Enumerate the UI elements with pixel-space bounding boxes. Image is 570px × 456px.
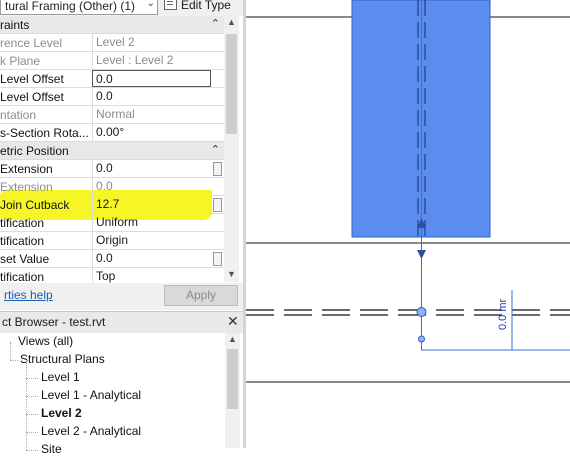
tree-connector: [26, 360, 27, 450]
edit-type-button[interactable]: Edit Type: [164, 0, 231, 15]
group-label: etric Position: [0, 144, 69, 158]
tree-connector: [26, 450, 38, 451]
property-row[interactable]: s-Section Rota... 0.00°: [0, 124, 224, 142]
property-group-header[interactable]: raints ⌃: [0, 16, 224, 34]
property-value[interactable]: 12.7: [92, 196, 211, 213]
collapse-icon[interactable]: ⌃: [211, 143, 220, 156]
group-label: raints: [0, 18, 30, 32]
property-label: s-Section Rota...: [0, 126, 88, 140]
property-label: set Value: [0, 252, 50, 266]
property-value[interactable]: Level : Level 2: [92, 52, 211, 69]
project-browser-header: ct Browser - test.rvt ✕: [0, 311, 243, 333]
property-row[interactable]: rence Level Level 2: [0, 34, 224, 52]
browser-item[interactable]: Views (all): [18, 334, 73, 348]
value-edit-button[interactable]: [213, 252, 222, 266]
browser-item[interactable]: Level 2 - Analytical: [41, 424, 141, 438]
type-selector-value: tural Framing (Other) (1): [5, 0, 136, 13]
properties-footer: rties help Apply: [0, 283, 243, 310]
scrollbar-thumb[interactable]: [227, 349, 238, 409]
property-label: tification: [0, 234, 45, 248]
property-row[interactable]: Join Cutback 12.7: [0, 196, 224, 214]
tree-connector: [26, 396, 38, 397]
drawing-canvas[interactable]: 0.0 mr: [246, 0, 570, 448]
property-row[interactable]: set Value 0.0: [0, 250, 224, 268]
tree-connector: [10, 342, 11, 360]
property-value[interactable]: 0.0: [92, 160, 211, 177]
properties-panel: tural Framing (Other) (1) ⌄ Edit Type ra…: [0, 0, 243, 310]
property-row[interactable]: Extension 0.0: [0, 178, 224, 196]
tree-connector: [26, 432, 38, 433]
edit-type-icon: [164, 0, 177, 10]
end-grip-down-icon[interactable]: [417, 250, 426, 259]
project-browser-title: ct Browser - test.rvt: [2, 315, 106, 329]
property-row[interactable]: Level Offset 0.0: [0, 88, 224, 106]
property-row[interactable]: Level Offset 0.0: [0, 70, 224, 88]
property-value[interactable]: Uniform: [92, 214, 211, 231]
apply-button[interactable]: Apply: [164, 285, 238, 306]
property-label: Extension: [0, 162, 53, 176]
drag-grip-icon[interactable]: [416, 307, 427, 317]
property-value-input[interactable]: 0.0: [92, 70, 211, 87]
property-label: Level Offset: [0, 72, 64, 86]
property-row[interactable]: ntation Normal: [0, 106, 224, 124]
drag-grip-icon[interactable]: [418, 335, 425, 343]
property-value[interactable]: Origin: [92, 232, 211, 249]
property-value[interactable]: 0.00°: [92, 124, 211, 141]
property-value[interactable]: Level 2: [92, 34, 211, 51]
scroll-down-icon[interactable]: ▼: [227, 269, 236, 279]
property-label: k Plane: [0, 54, 41, 68]
property-label: rence Level: [0, 36, 63, 50]
dimension-text[interactable]: 0.0 mr: [497, 298, 509, 330]
browser-item[interactable]: Level 1 - Analytical: [41, 388, 141, 402]
property-group-header[interactable]: etric Position ⌃: [0, 142, 224, 160]
plan-view[interactable]: 0.0 mr: [246, 0, 570, 448]
collapse-icon[interactable]: ⌃: [211, 17, 220, 30]
properties-scrollbar[interactable]: ▲ ▼: [224, 16, 239, 282]
value-edit-button[interactable]: [213, 162, 222, 176]
property-value[interactable]: Normal: [92, 106, 211, 123]
browser-item[interactable]: Site: [41, 442, 62, 456]
properties-help-link[interactable]: rties help: [4, 288, 53, 302]
browser-item[interactable]: Level 2: [41, 406, 82, 420]
property-value[interactable]: 0.0: [92, 178, 211, 195]
project-browser: ct Browser - test.rvt ✕ Views (all) Struc…: [0, 311, 243, 456]
chevron-down-icon: ⌄: [146, 0, 155, 9]
property-row[interactable]: Extension 0.0: [0, 160, 224, 178]
property-label: tification: [0, 216, 45, 230]
property-label: ntation: [0, 108, 37, 122]
property-row[interactable]: tification Uniform: [0, 214, 224, 232]
tree-connector: [10, 360, 18, 361]
browser-item[interactable]: Level 1: [41, 370, 80, 384]
scroll-up-icon[interactable]: ▲: [228, 334, 237, 344]
property-row[interactable]: tification Origin: [0, 232, 224, 250]
property-value[interactable]: 0.0: [92, 88, 211, 105]
property-label: Join Cutback: [0, 198, 70, 212]
value-edit-button[interactable]: [213, 198, 222, 212]
property-label: Extension: [0, 180, 53, 194]
scrollbar-thumb[interactable]: [226, 34, 237, 134]
browser-item[interactable]: Structural Plans: [20, 352, 105, 366]
property-label: tification: [0, 270, 45, 284]
tree-connector: [26, 378, 38, 379]
scroll-up-icon[interactable]: ▲: [227, 17, 236, 27]
type-selector-dropdown[interactable]: tural Framing (Other) (1) ⌄: [0, 0, 158, 15]
edit-type-label: Edit Type: [181, 0, 231, 12]
property-value[interactable]: 0.0: [92, 250, 211, 267]
tree-connector: [26, 414, 38, 415]
browser-scrollbar[interactable]: ▲: [225, 333, 240, 448]
property-label: Level Offset: [0, 90, 64, 104]
property-row[interactable]: k Plane Level : Level 2: [0, 52, 224, 70]
close-icon[interactable]: ✕: [227, 313, 239, 330]
type-selector-bar: tural Framing (Other) (1) ⌄ Edit Type: [0, 0, 243, 16]
